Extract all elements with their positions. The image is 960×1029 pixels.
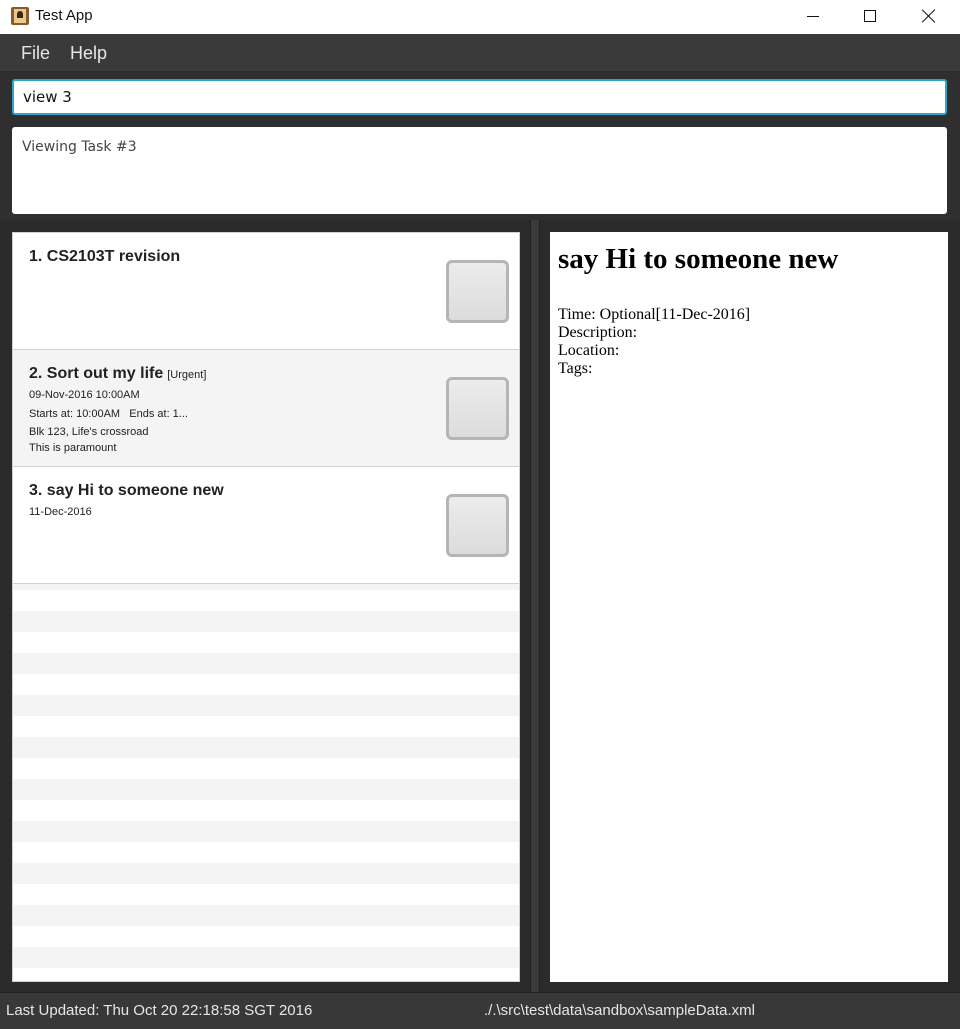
close-button[interactable] — [906, 0, 952, 32]
detail-title: say Hi to someone new — [558, 243, 839, 275]
main-content: 1. CS2103T revision 2. Sort out my life[… — [0, 220, 960, 992]
task-title: 2. Sort out my life [Urgent] — [29, 365, 207, 382]
task-done-checkbox[interactable] — [446, 377, 509, 440]
status-last-updated: Last Updated: Thu Oct 20 22:18:58 SGT 20… — [6, 1002, 313, 1019]
task-description: This is paramount — [29, 442, 117, 454]
title-bar: Test App — [0, 0, 960, 34]
task-list[interactable]: 1. CS2103T revision 2. Sort out my life[… — [12, 232, 520, 982]
task-tag: [Urgent] — [167, 369, 207, 381]
split-pane-divider[interactable] — [530, 220, 540, 992]
task-done-checkbox[interactable] — [446, 494, 509, 557]
result-display: Viewing Task #3 — [12, 127, 947, 214]
minimize-icon — [807, 15, 819, 17]
result-display-area: Viewing Task #3 — [0, 122, 960, 220]
task-date: 09-Nov-2016 10:00AM — [29, 389, 140, 401]
task-done-checkbox[interactable] — [446, 260, 509, 323]
task-detail-panel: say Hi to someone new Time: Optional[11-… — [550, 232, 948, 982]
maximize-icon — [864, 10, 876, 22]
detail-tags: Tags: — [558, 360, 593, 377]
menu-bar: File Help — [0, 34, 960, 72]
menu-help[interactable]: Help — [70, 43, 107, 64]
task-date: 11-Dec-2016 — [29, 506, 92, 518]
close-icon — [922, 9, 936, 23]
detail-location: Location: — [558, 342, 620, 359]
command-input[interactable] — [12, 79, 947, 115]
minimize-button[interactable] — [790, 0, 836, 32]
window-title: Test App — [35, 7, 93, 24]
task-card[interactable]: 1. CS2103T revision — [13, 233, 519, 350]
task-card[interactable]: 2. Sort out my life [Urgent] 09-Nov-2016 … — [13, 350, 519, 467]
detail-description: Description: — [558, 324, 638, 341]
task-location: Blk 123, Life's crossroad — [29, 426, 149, 438]
menu-file[interactable]: File — [21, 43, 50, 64]
status-bar: Last Updated: Thu Oct 20 22:18:58 SGT 20… — [0, 992, 960, 1029]
task-card[interactable]: 3. say Hi to someone new 11-Dec-2016 — [13, 467, 519, 584]
app-icon — [11, 7, 29, 25]
command-box-area — [0, 72, 960, 122]
detail-time: Time: Optional[11-Dec-2016] — [558, 306, 751, 323]
status-file-path: ./.\src\test\data\sandbox\sampleData.xml — [484, 1002, 755, 1019]
maximize-button[interactable] — [847, 0, 893, 32]
task-title: 3. say Hi to someone new — [29, 482, 224, 499]
task-title: 1. CS2103T revision — [29, 248, 181, 265]
task-time-range: Starts at: 10:00AM Ends at: 1... — [29, 408, 188, 420]
